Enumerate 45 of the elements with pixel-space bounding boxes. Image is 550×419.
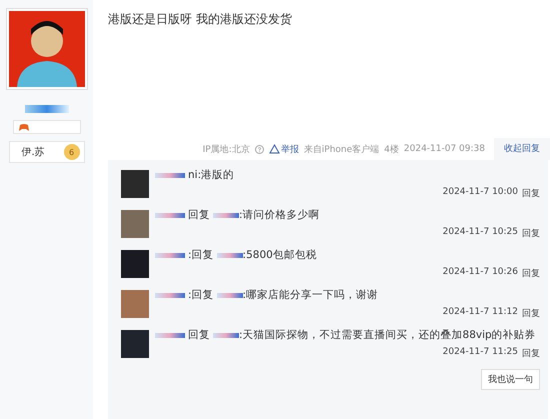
- warning-icon: [268, 144, 280, 154]
- username-fragment: :: [188, 249, 192, 261]
- avatar-placeholder[interactable]: [6, 8, 88, 90]
- reply-link[interactable]: 回复: [522, 227, 540, 240]
- reply-to-label: 回复: [188, 209, 210, 221]
- post-time: 2024-11-07 09:38: [404, 144, 485, 154]
- blurred-username: [155, 212, 185, 218]
- reply-link[interactable]: 回复: [522, 347, 540, 360]
- ip-location: IP属地:北京: [202, 144, 250, 156]
- reply-link[interactable]: 回复: [522, 187, 540, 200]
- blurred-username: [155, 252, 185, 258]
- reply-time: 2024-11-7 10:25: [442, 227, 518, 239]
- blurred-username: [155, 332, 185, 338]
- blurred-username: [216, 292, 243, 298]
- blurred-username: [216, 252, 243, 258]
- say-something-button[interactable]: 我也说一句: [481, 369, 540, 390]
- reply-text: :请问价格多少啊: [239, 209, 320, 221]
- report-link[interactable]: 举报: [268, 142, 299, 156]
- reply-to-label: 回复: [188, 329, 210, 341]
- collapse-replies-tab[interactable]: 收起回复: [494, 138, 550, 160]
- blurred-username: [24, 105, 68, 113]
- blurred-username: [213, 212, 239, 218]
- blurred-username: [155, 172, 185, 178]
- reply-time: 2024-11-7 11:12: [442, 307, 518, 319]
- level-badge: 6: [64, 144, 80, 160]
- username-fragment: ni:: [188, 169, 202, 181]
- reply-text: :天猫国际探物，不过需要直播间买，还的叠加88vip的补贴券: [239, 329, 536, 341]
- blurred-username: [155, 292, 185, 298]
- reply-to-label: 回复: [192, 249, 214, 261]
- reply-time: 2024-11-7 10:00: [442, 187, 518, 199]
- reply-link[interactable]: 回复: [522, 307, 540, 320]
- floor-number: 4楼: [384, 144, 399, 156]
- badge-name: 伊.苏: [22, 146, 45, 159]
- help-icon: [254, 144, 264, 154]
- username-fragment: :: [188, 289, 192, 301]
- blurred-username: [213, 332, 239, 338]
- reply-time: 2024-11-7 10:26: [442, 267, 518, 279]
- reply-link[interactable]: 回复: [522, 267, 540, 280]
- reply-to-label: 回复: [192, 289, 214, 301]
- post-text: 港版还是日版呀 我的港版还没发货: [108, 11, 293, 28]
- reply-text: :哪家店能分享一下吗，谢谢: [242, 289, 378, 301]
- reply-time: 2024-11-7 11:25: [442, 347, 518, 359]
- reply-text: :5800包邮包税: [242, 249, 317, 261]
- reply-text: 港版的: [201, 169, 234, 181]
- post-source: 来自iPhone客户端: [304, 144, 380, 156]
